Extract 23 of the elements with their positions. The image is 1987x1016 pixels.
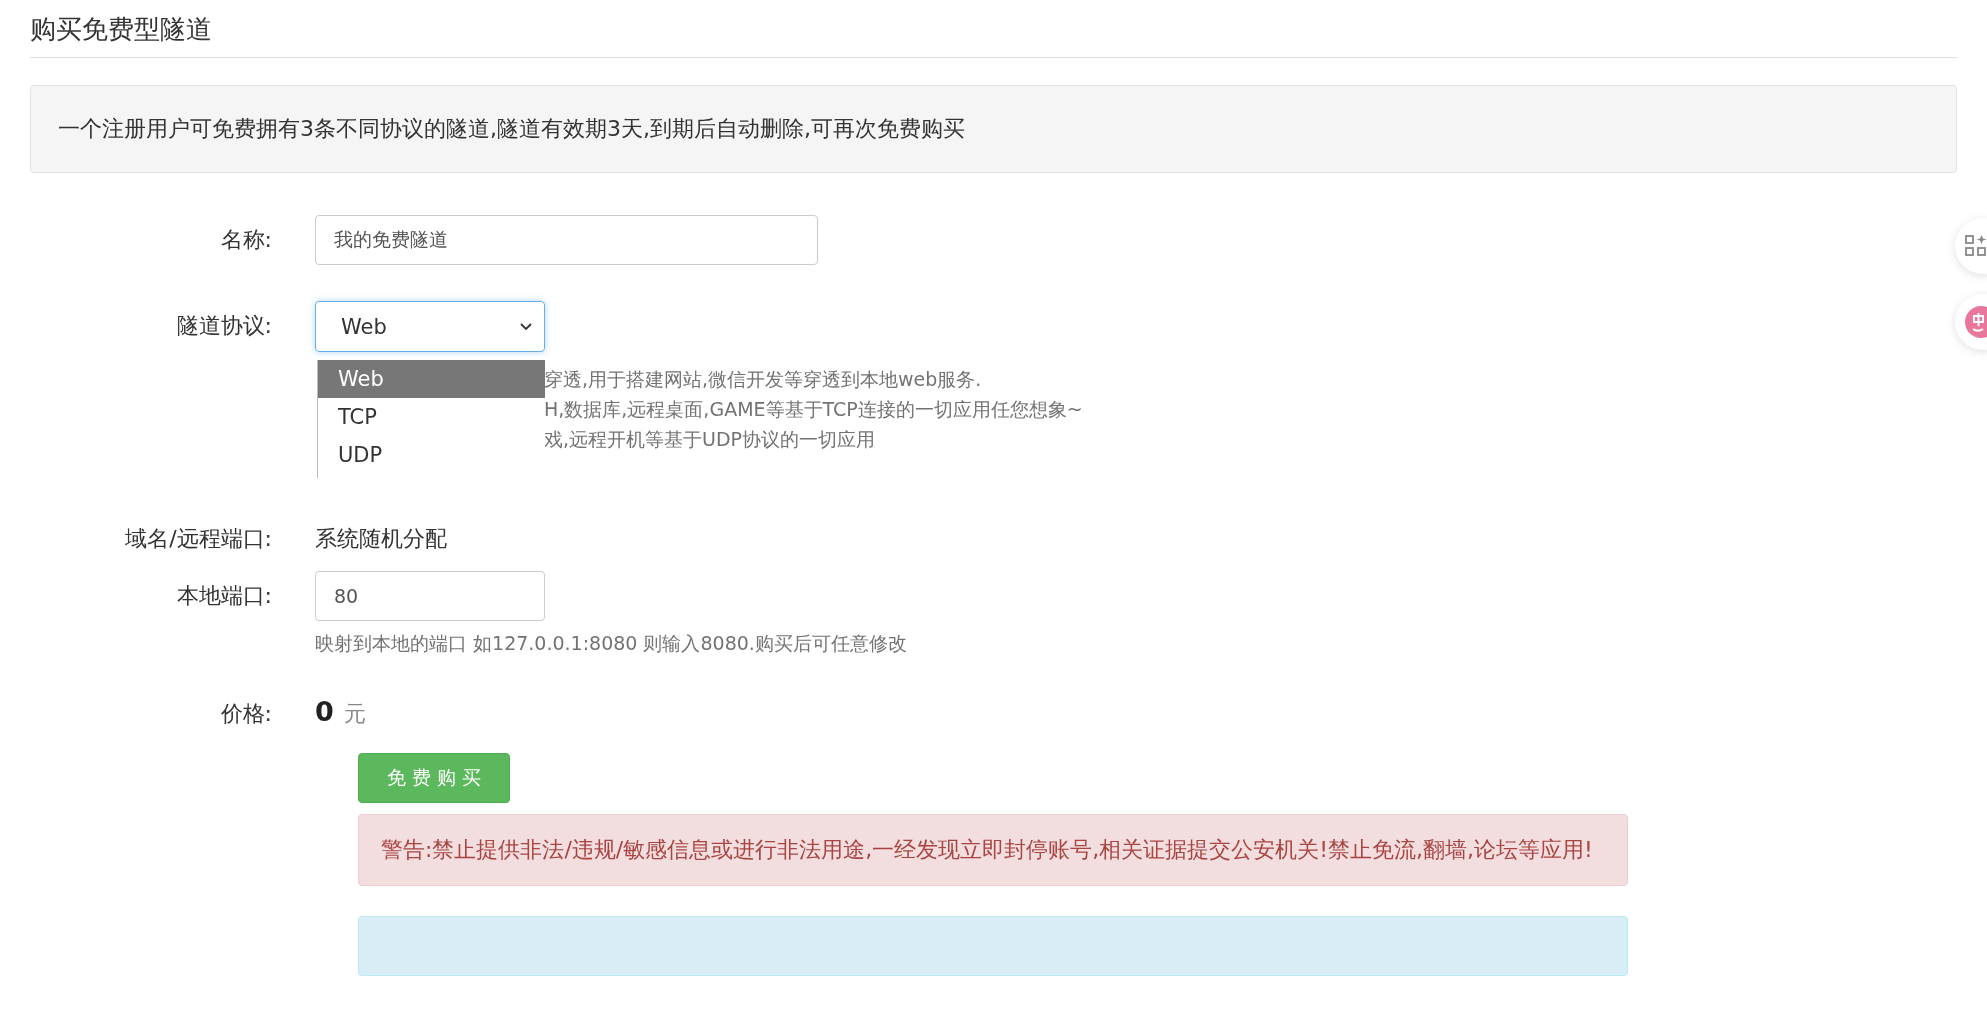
grid-icon <box>1965 235 1987 257</box>
help-text: 穿透,用于搭建网站,微信开发等穿透到本地web服务. <box>544 367 983 392</box>
field-label: 价格: <box>219 700 273 728</box>
warning-alert: 警告:禁止提供非法/违规/敏感信息或进行非法用途,一经发现立即封停账号,相关证据提交公安机关!禁止免流,翻墙,论坛等应用! <box>358 814 1628 886</box>
dropdown-option[interactable]: UDP <box>318 436 545 474</box>
field-value: 系统随机分配 <box>315 525 447 553</box>
field-label: 本地端口: <box>175 582 273 610</box>
port-input[interactable]: 80 <box>315 571 545 621</box>
field-label: 隧道协议: <box>175 312 273 340</box>
help-text: 戏,远程开机等基于UDP协议的一切应用 <box>544 427 877 452</box>
field-label: 域名/远程端口: <box>124 525 273 553</box>
notice-text: 一个注册用户可免费拥有3条不同协议的隧道,隧道有效期3天,到期后自动删除,可再次免费购买 <box>58 115 965 143</box>
dropdown-option[interactable]: Web <box>318 360 545 398</box>
price-amount: 0 <box>315 696 334 727</box>
protocol-select[interactable]: Web <box>315 301 545 352</box>
page-title: 购买免费型隧道 <box>30 0 1957 58</box>
price-unit: 元 <box>343 700 366 728</box>
help-text: H,数据库,远程桌面,GAME等基于TCP连接的一切应用任您想象~ <box>544 397 1083 422</box>
dropdown-option[interactable]: TCP <box>318 398 545 436</box>
name-input[interactable]: 我的免费隧道 <box>315 215 818 265</box>
help-text: 映射到本地的端口 如127.0.0.1:8080 则输入8080.购买后可任意修改 <box>315 631 907 656</box>
chevron-down-icon <box>520 322 532 331</box>
field-label: 名称: <box>219 226 273 254</box>
